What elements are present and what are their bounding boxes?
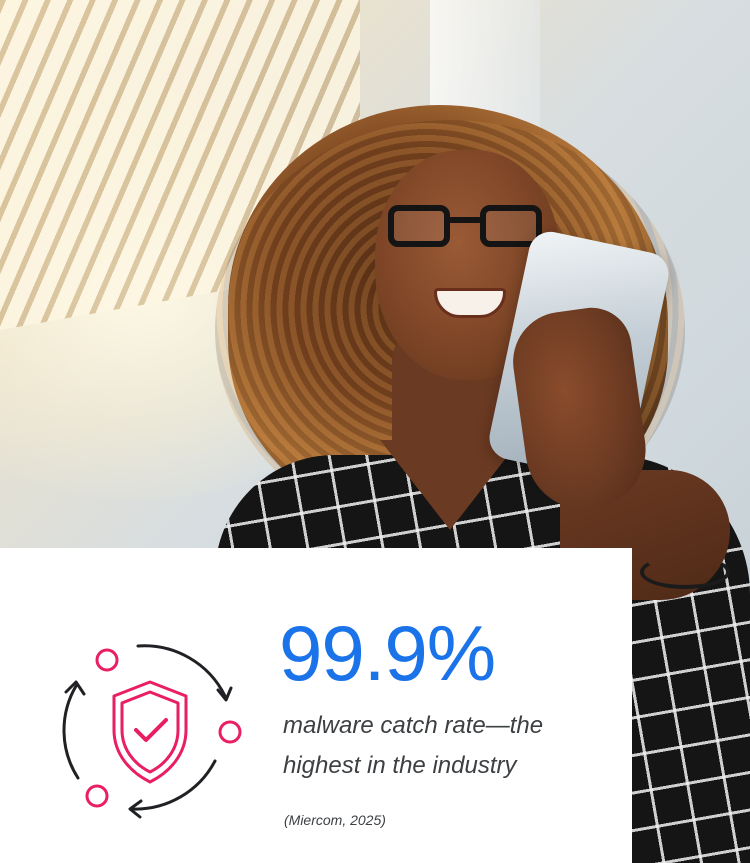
check-mark [134,718,168,742]
stat-value: 99.9% [279,609,496,697]
node-bottom-left [85,784,109,808]
person-bracelet [640,555,730,589]
cycle-arrow-top-right [136,644,227,698]
glasses-bridge [448,217,482,223]
stat-source: (Miercom, 2025) [284,812,386,828]
node-right [218,720,242,744]
stat-description: malware catch rate—the highest in the in… [283,712,544,779]
shield-check-cycle-icon [50,626,250,832]
shield-outer [112,680,188,784]
node-top-left [95,648,119,672]
shield-inner [120,690,180,774]
glasses-left-lens [388,205,450,247]
cycle-arrow-left [62,684,80,780]
person-glasses [388,205,553,251]
